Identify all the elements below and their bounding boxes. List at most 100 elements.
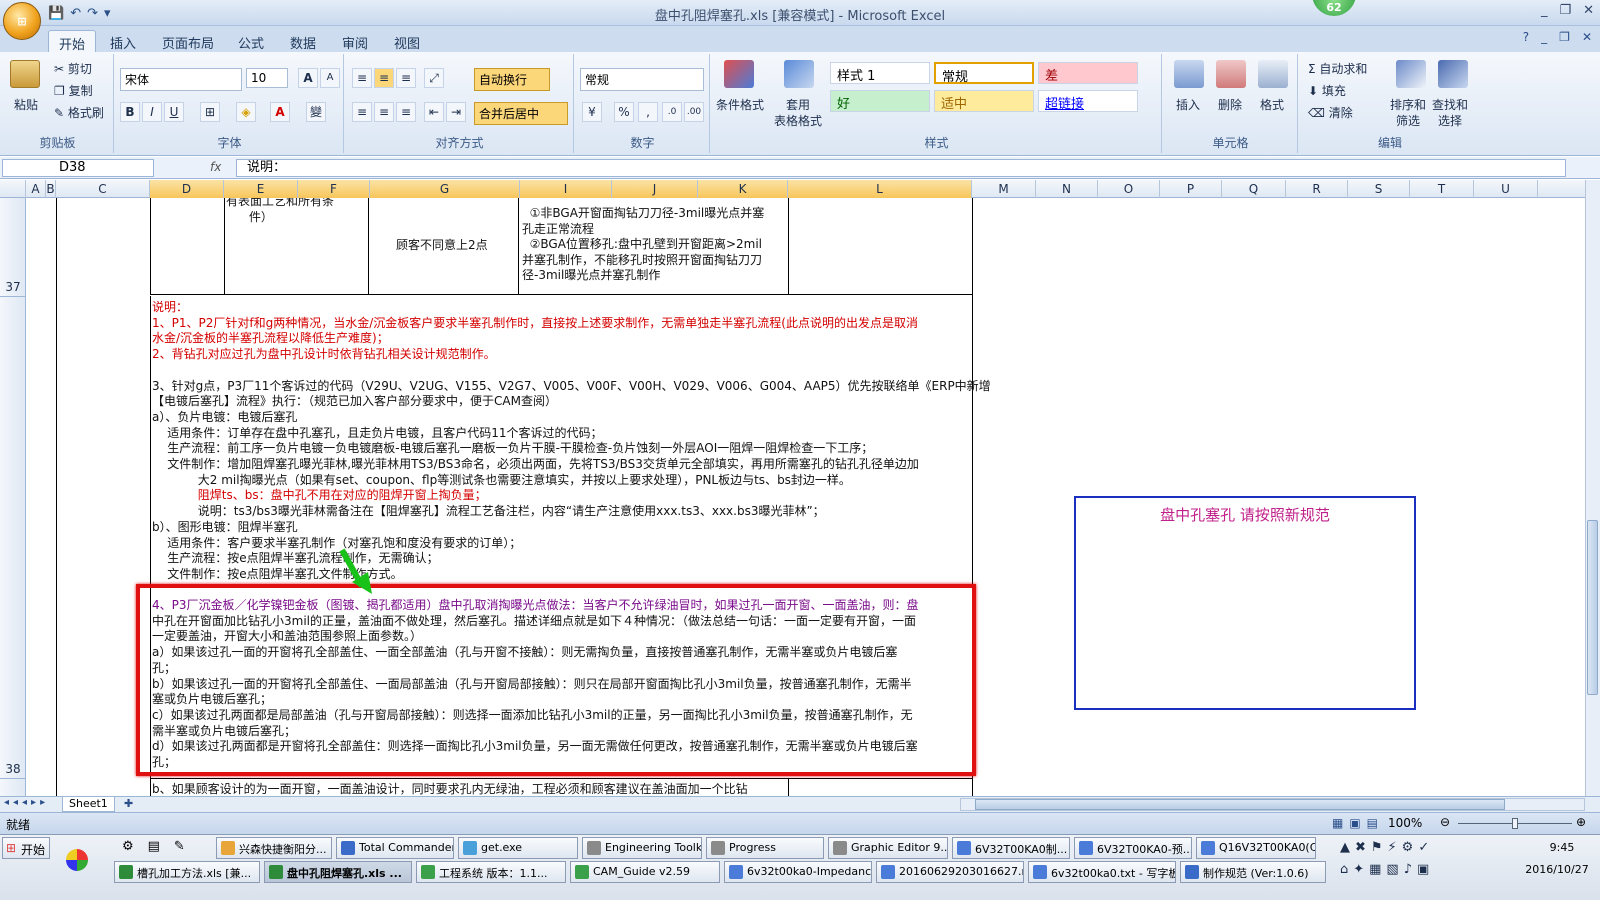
tab-data[interactable]: 数据	[280, 30, 326, 52]
border-icon[interactable]: ⊞	[200, 102, 220, 122]
autosum-button[interactable]: Σ 自动求和	[1308, 60, 1367, 77]
taskbar-button[interactable]: 6V32T00KA0-预...	[1074, 837, 1192, 859]
currency-icon[interactable]: ¥	[582, 102, 602, 122]
taskbar-button[interactable]: 兴森快捷衡阳分...	[216, 837, 332, 859]
align-bottom-icon[interactable]: ≡	[396, 68, 416, 88]
zoom-out-icon[interactable]: ⊖	[1440, 815, 1450, 829]
copy-button[interactable]: ❐ 复制	[54, 82, 93, 99]
align-middle-icon[interactable]: ≡	[374, 68, 394, 88]
column-header-f[interactable]: F	[298, 180, 370, 198]
taskbar-button[interactable]: get.exe	[458, 837, 578, 859]
paste-icon[interactable]	[10, 60, 40, 88]
insert-cells-icon[interactable]	[1174, 60, 1204, 88]
redo-icon[interactable]: ↷	[87, 6, 98, 21]
bold-button[interactable]: B	[120, 102, 140, 122]
column-header-t[interactable]: T	[1410, 180, 1474, 198]
tab-page-layout[interactable]: 页面布局	[152, 30, 224, 52]
cut-button[interactable]: ✂ 剪切	[54, 60, 92, 77]
minimize-button[interactable]: _	[1541, 3, 1548, 18]
column-header-e[interactable]: E	[224, 180, 298, 198]
orientation-icon[interactable]: ⤢	[424, 68, 444, 88]
merge-center-button[interactable]: 合并后居中	[474, 102, 568, 125]
decrease-decimal-icon[interactable]: .00	[684, 102, 704, 122]
font-color-icon[interactable]: A	[270, 102, 290, 122]
percent-button[interactable]: %	[614, 102, 634, 122]
sheet-nav-icon[interactable]: ◂◂◂▸▸	[4, 797, 49, 808]
view-buttons-icon[interactable]: ▦▣▤	[1332, 816, 1384, 830]
style-cell[interactable]: 样式 1	[830, 62, 930, 84]
shrink-font-button[interactable]: A	[320, 68, 340, 88]
find-select-button[interactable]: 查找和	[1432, 96, 1468, 113]
taskbar-button[interactable]: Progress	[706, 837, 824, 859]
conditional-format-icon[interactable]	[724, 60, 754, 88]
column-header-o[interactable]: O	[1098, 180, 1160, 198]
fill-button[interactable]: ⬇ 填充	[1308, 82, 1346, 99]
clear-button[interactable]: ⌫ 清除	[1308, 104, 1353, 121]
taskbar-button[interactable]: Engineering Toolk...	[582, 837, 702, 859]
fill-color-icon[interactable]: ◈	[236, 102, 256, 122]
sort-filter-icon[interactable]	[1396, 60, 1426, 88]
align-right-icon[interactable]: ≡	[396, 102, 416, 122]
align-top-icon[interactable]: ≡	[352, 68, 372, 88]
row-header-38[interactable]: 38	[0, 762, 26, 776]
italic-button[interactable]: I	[142, 102, 162, 122]
column-header-l[interactable]: L	[788, 180, 972, 198]
horizontal-scroll-thumb[interactable]	[975, 799, 1505, 810]
zoom-level[interactable]: 100%	[1388, 816, 1422, 830]
tab-insert[interactable]: 插入	[100, 30, 146, 52]
taskbar-button[interactable]: 6v32t00ka0-Impedanc...	[724, 861, 872, 883]
vertical-scrollbar[interactable]	[1585, 180, 1600, 796]
column-header-g[interactable]: G	[370, 180, 520, 198]
clock-date[interactable]: 2016/10/27	[1518, 863, 1596, 876]
worksheet[interactable]: 有表面工艺和所有条 件） 顾客不同意上2点 ①非BGA开窗面掏钻刀刀径-3mil…	[26, 198, 1585, 798]
delete-cells-icon[interactable]	[1216, 60, 1246, 88]
column-header-s[interactable]: S	[1348, 180, 1410, 198]
undo-icon[interactable]: ↶	[70, 6, 81, 21]
column-header-c[interactable]: C	[56, 180, 150, 198]
taskbar-button[interactable]: 20160629203016627.r...	[876, 861, 1024, 883]
column-header-n[interactable]: N	[1036, 180, 1098, 198]
help-icon[interactable]: ?	[1523, 30, 1529, 44]
comma-button[interactable]: ,	[638, 102, 658, 122]
customize-qat-icon[interactable]: ▾	[104, 6, 111, 21]
find-select-icon[interactable]	[1438, 60, 1468, 88]
style-cell[interactable]: 好	[830, 90, 930, 112]
table-format-button[interactable]: 套用	[786, 96, 810, 113]
office-button[interactable]: ⊞	[3, 2, 41, 40]
style-cell[interactable]: 超链接	[1038, 90, 1138, 112]
phonetic-button[interactable]: 變	[306, 102, 326, 122]
delete-button[interactable]: 删除	[1218, 96, 1242, 113]
doc-minimize-icon[interactable]: _	[1541, 30, 1547, 44]
underline-button[interactable]: U	[164, 102, 184, 122]
zoom-slider[interactable]: ⊖ ⊕	[1440, 815, 1590, 831]
vertical-scroll-thumb[interactable]	[1587, 520, 1598, 695]
table-format-icon[interactable]	[784, 60, 814, 88]
close-button[interactable]: ✕	[1583, 3, 1594, 18]
style-cell[interactable]: 常规	[934, 62, 1034, 85]
align-left-icon[interactable]: ≡	[352, 102, 372, 122]
increase-decimal-icon[interactable]: .0	[662, 102, 682, 122]
column-header-d[interactable]: D	[150, 180, 224, 198]
taskbar-button[interactable]: Graphic Editor 9....	[828, 837, 948, 859]
style-cell[interactable]: 适中	[934, 90, 1034, 112]
column-header-r[interactable]: R	[1286, 180, 1348, 198]
font-name-select[interactable]: 宋体	[120, 68, 242, 91]
increase-indent-icon[interactable]: ⇥	[446, 102, 466, 122]
start-button[interactable]: ⊞ 开始	[2, 837, 50, 859]
decrease-indent-icon[interactable]: ⇤	[424, 102, 444, 122]
conditional-format-button[interactable]: 条件格式	[716, 96, 764, 113]
text-box[interactable]: 盘中孔塞孔 请按照新规范	[1074, 496, 1416, 710]
sheet-tab-sheet1[interactable]: Sheet1	[62, 797, 115, 812]
taskbar-button[interactable]: 工程系统 版本：1.1...	[416, 861, 566, 883]
tab-home[interactable]: 开始	[48, 30, 97, 53]
name-box[interactable]: D38	[2, 159, 154, 177]
column-header-i[interactable]: I	[520, 180, 612, 198]
row-header-37[interactable]: 37	[0, 280, 26, 294]
grow-font-button[interactable]: A	[298, 68, 318, 88]
insert-button[interactable]: 插入	[1176, 96, 1200, 113]
zoom-in-icon[interactable]: ⊕	[1576, 815, 1586, 829]
tab-formulas[interactable]: 公式	[228, 30, 274, 52]
font-size-select[interactable]: 10	[246, 68, 288, 88]
format-cells-icon[interactable]	[1258, 60, 1288, 88]
windows-orb-icon[interactable]	[66, 849, 88, 871]
